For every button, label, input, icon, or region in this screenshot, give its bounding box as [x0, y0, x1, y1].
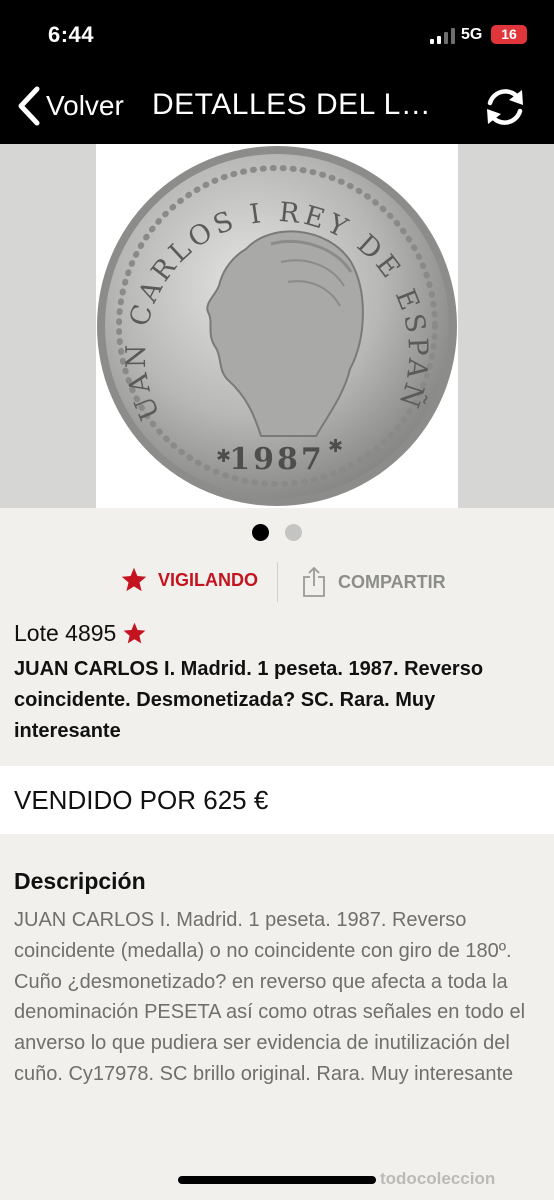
battery-icon: 16 — [491, 25, 527, 44]
status-time: 6:44 — [48, 22, 95, 47]
price-panel: VENDIDO POR 625 € — [0, 766, 554, 834]
watch-button[interactable]: VIGILANDO — [120, 566, 258, 594]
watch-label: VIGILANDO — [158, 569, 259, 590]
actions-divider — [277, 562, 278, 602]
coin-image: JUAN CARLOS I REY DE ESPAÑA 1987 ✱ ✱ — [83, 120, 457, 506]
share-label: COMPARTIR — [338, 571, 446, 592]
network-type: 5G — [461, 26, 483, 43]
coin-year: 1987 — [229, 442, 325, 477]
svg-text:✱: ✱ — [216, 446, 231, 467]
lot-label: Lote 4895 — [14, 620, 117, 646]
image-gallery[interactable]: JUAN CARLOS I REY DE ESPAÑA 1987 ✱ ✱ — [0, 120, 554, 508]
coin-photo[interactable]: JUAN CARLOS I REY DE ESPAÑA 1987 ✱ ✱ — [83, 120, 458, 508]
navigation-bar: Volver DETALLES DEL LOTE — [0, 70, 554, 144]
star-icon — [123, 622, 146, 644]
status-bar: 6:44 5G 16 — [0, 0, 554, 70]
refresh-icon[interactable] — [482, 84, 528, 130]
chevron-left-icon — [18, 86, 40, 126]
pagination-dot-2[interactable] — [285, 524, 302, 541]
gallery-pagination — [0, 524, 554, 542]
home-indicator[interactable] — [178, 1176, 376, 1184]
watermark-logo: todocoleccion — [380, 1169, 496, 1188]
lot-actions: VIGILANDO COMPARTIR — [0, 562, 554, 602]
description-body: JUAN CARLOS I. Madrid. 1 peseta. 1987. R… — [14, 909, 526, 1085]
share-button[interactable]: COMPARTIR — [302, 566, 446, 598]
lot-title: JUAN CARLOS I. Madrid. 1 peseta. 1987. R… — [14, 658, 484, 742]
lot-number: Lote 4895 — [14, 620, 147, 647]
share-icon — [303, 566, 325, 597]
pagination-dot-1[interactable] — [252, 524, 269, 541]
back-label: Volver — [46, 90, 124, 121]
signal-icon — [430, 28, 455, 44]
page-title: DETALLES DEL LOTE — [152, 88, 444, 121]
sold-price: VENDIDO POR 625 € — [14, 785, 269, 815]
svg-text:✱: ✱ — [328, 436, 343, 457]
star-icon — [121, 567, 147, 592]
description-heading: Descripción — [14, 868, 146, 894]
back-button[interactable]: Volver — [16, 84, 124, 128]
